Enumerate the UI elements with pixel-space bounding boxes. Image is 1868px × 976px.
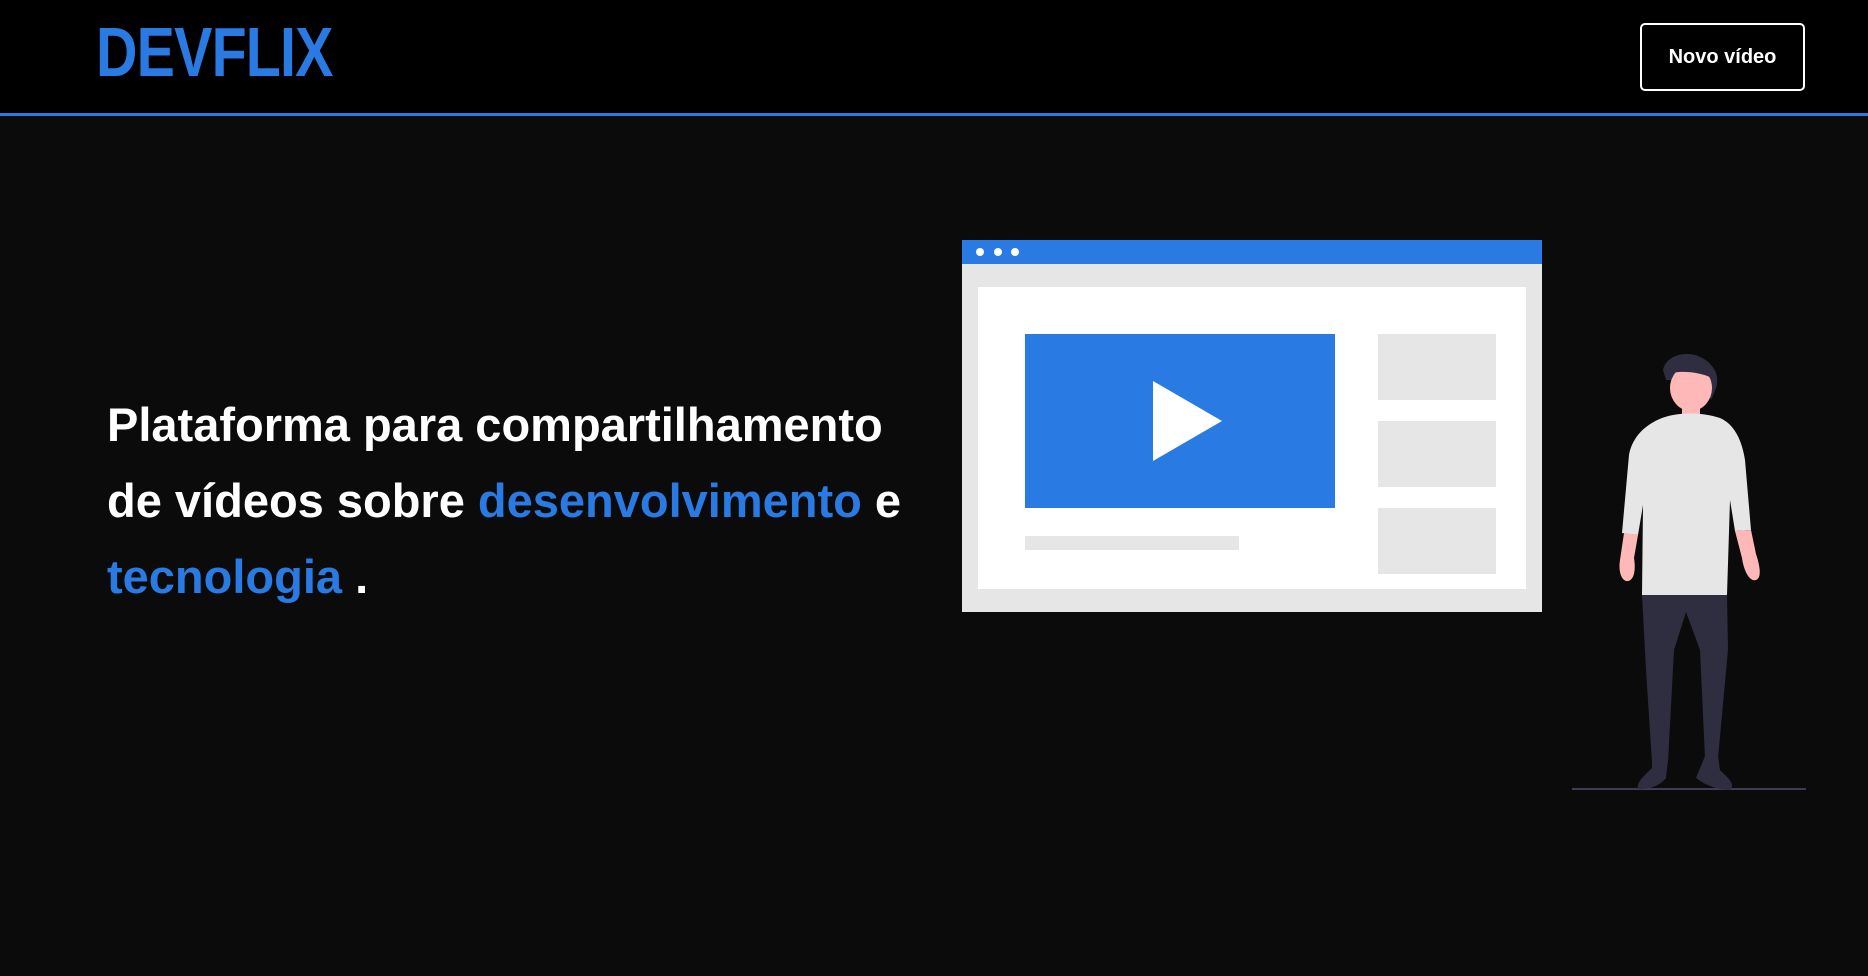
- sidebar-thumb-3: [1378, 508, 1496, 574]
- new-video-button[interactable]: Novo vídeo: [1640, 23, 1805, 91]
- video-title-placeholder: [1025, 536, 1239, 550]
- highlight-tecnologia: tecnologia: [107, 550, 343, 603]
- person-left-arm: [1619, 533, 1638, 582]
- highlight-desenvolvimento: desenvolvimento: [477, 474, 862, 527]
- person-right-shoe: [1696, 756, 1733, 790]
- hero-line-3-suffix: .: [342, 550, 369, 603]
- hero-line-1: Plataforma para compartilhamento: [107, 398, 883, 451]
- window-dot-3: [1011, 248, 1019, 256]
- hero-line-2-suffix: e: [861, 474, 902, 527]
- person-shirt: [1622, 413, 1751, 595]
- browser-title-bar: [962, 240, 1542, 264]
- video-player-illustration: [962, 240, 1542, 612]
- top-navbar: DEVFLIX Novo vídeo: [0, 0, 1868, 116]
- person-pants: [1642, 595, 1728, 762]
- hero-heading: Plataforma para compartilhamento de vídeo…: [107, 387, 927, 615]
- window-dot-2: [994, 248, 1002, 256]
- hero-line-2-prefix: de vídeos sobre: [107, 474, 478, 527]
- person-right-arm: [1735, 530, 1760, 581]
- sidebar-thumb-2: [1378, 421, 1496, 487]
- sidebar-thumb-1: [1378, 334, 1496, 400]
- person-left-shoe: [1637, 760, 1668, 790]
- person-illustration: [1572, 353, 1806, 790]
- devflix-logo[interactable]: DEVFLIX: [96, 14, 333, 90]
- window-dot-1: [976, 248, 984, 256]
